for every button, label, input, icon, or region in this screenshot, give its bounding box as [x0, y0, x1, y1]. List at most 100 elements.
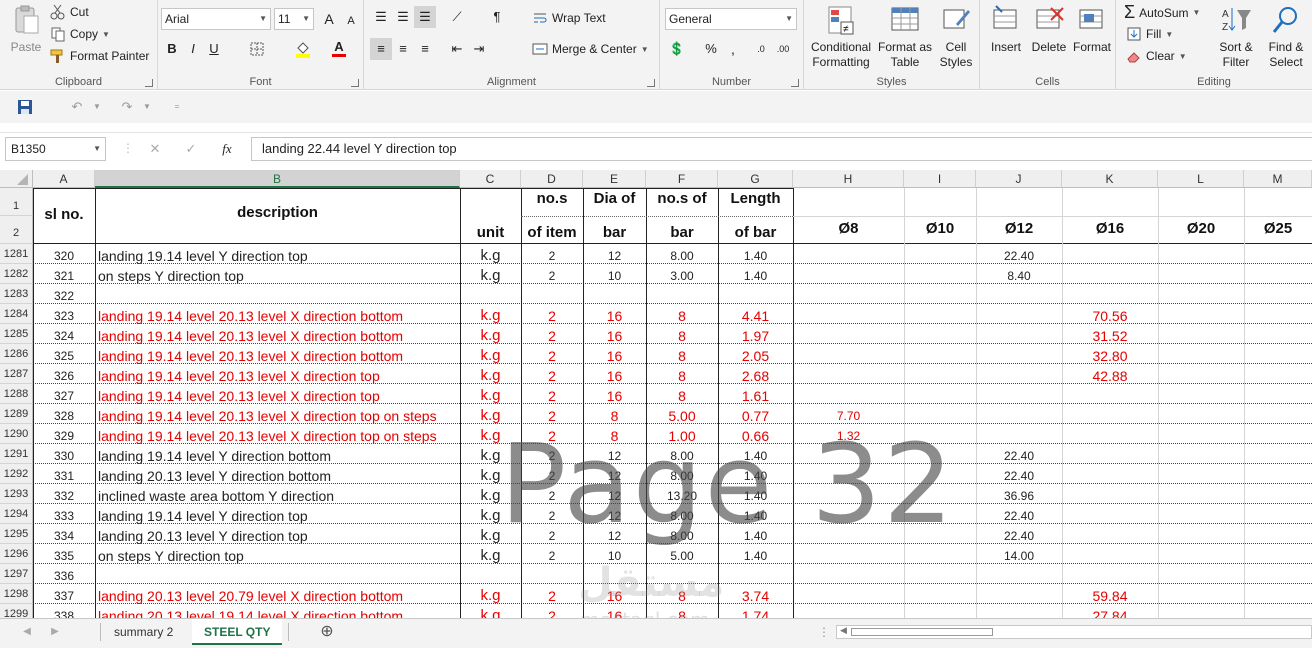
- row-header[interactable]: 1298: [0, 584, 33, 604]
- column-header-a[interactable]: A: [33, 170, 95, 188]
- cell-c[interactable]: [460, 564, 521, 584]
- name-box[interactable]: B1350 ▼: [5, 137, 106, 161]
- sheet-tab-steel-qty[interactable]: STEEL QTY: [192, 619, 283, 645]
- cell-h[interactable]: [793, 584, 904, 604]
- font-size-select[interactable]: 11 ▼: [274, 8, 314, 30]
- worksheet-grid[interactable]: ABCDEFGHIJKLM 1 2 sl no. description unit no.…: [0, 170, 1312, 618]
- clear-button[interactable]: Clear ▼: [1126, 48, 1187, 64]
- cell-g[interactable]: 1.61: [718, 384, 793, 404]
- cell-a[interactable]: 335: [33, 544, 95, 564]
- delete-button[interactable]: Delete: [1028, 4, 1070, 55]
- cell-b[interactable]: landing 19.14 level 20.13 level X direct…: [95, 364, 460, 384]
- dialog-launcher-icon[interactable]: [351, 79, 359, 87]
- align-left-icon[interactable]: ≡: [370, 38, 392, 60]
- find-select-button[interactable]: Find & Select: [1262, 4, 1310, 70]
- cell-j[interactable]: [976, 324, 1062, 344]
- cell-a[interactable]: 320: [33, 244, 95, 264]
- row-header[interactable]: 1288: [0, 384, 33, 404]
- cell-b[interactable]: landing 19.14 level Y direction top: [95, 244, 460, 264]
- cell-b[interactable]: landing 20.13 level Y direction top: [95, 524, 460, 544]
- cell-c[interactable]: k.g: [460, 604, 521, 618]
- row-header[interactable]: 1: [0, 188, 33, 216]
- cell-d[interactable]: 2: [521, 304, 583, 324]
- cell-j[interactable]: 22.40: [976, 504, 1062, 524]
- column-header-b[interactable]: B: [95, 170, 460, 188]
- sort-filter-button[interactable]: AZ Sort & Filter: [1214, 4, 1258, 70]
- cell-a[interactable]: 337: [33, 584, 95, 604]
- cell-d[interactable]: 2: [521, 604, 583, 618]
- format-painter-button[interactable]: Format Painter: [50, 48, 149, 64]
- increase-indent-icon[interactable]: ⇥: [468, 38, 490, 60]
- cell-j[interactable]: [976, 384, 1062, 404]
- dialog-launcher-icon[interactable]: [647, 79, 655, 87]
- column-header-k[interactable]: K: [1062, 170, 1158, 188]
- scroll-left-icon[interactable]: ◀: [840, 625, 847, 636]
- cell-h[interactable]: [793, 564, 904, 584]
- cell-g[interactable]: [718, 564, 793, 584]
- cell-j[interactable]: 22.40: [976, 464, 1062, 484]
- number-format-select[interactable]: General ▼: [665, 8, 797, 30]
- cell-h[interactable]: [793, 324, 904, 344]
- cell-k[interactable]: [1062, 444, 1158, 464]
- cell-d[interactable]: 2: [521, 324, 583, 344]
- row-header[interactable]: 1296: [0, 544, 33, 564]
- cell-b[interactable]: landing 19.14 level 20.13 level X direct…: [95, 384, 460, 404]
- borders-icon[interactable]: [246, 38, 268, 60]
- cell-a[interactable]: 333: [33, 504, 95, 524]
- cell-a[interactable]: 334: [33, 524, 95, 544]
- cell-a[interactable]: 330: [33, 444, 95, 464]
- cell-a[interactable]: 325: [33, 344, 95, 364]
- cell-k[interactable]: [1062, 484, 1158, 504]
- sheet-tab-summary-2[interactable]: summary 2: [102, 619, 185, 645]
- cell-b[interactable]: landing 19.14 level 20.13 level X direct…: [95, 404, 460, 424]
- insert-button[interactable]: Insert: [984, 4, 1028, 55]
- cell-c[interactable]: k.g: [460, 244, 521, 264]
- column-header-c[interactable]: C: [460, 170, 521, 188]
- decrease-decimal-icon[interactable]: .00: [772, 38, 794, 60]
- cell-j[interactable]: [976, 284, 1062, 304]
- cell-b[interactable]: landing 19.14 level 20.13 level X direct…: [95, 304, 460, 324]
- cell-b[interactable]: on steps Y direction top: [95, 264, 460, 284]
- cell-j[interactable]: [976, 364, 1062, 384]
- cell-a[interactable]: 332: [33, 484, 95, 504]
- enter-icon[interactable]: ✓: [180, 138, 202, 160]
- insert-function-button[interactable]: fx: [216, 138, 238, 160]
- fill-button[interactable]: Fill ▼: [1126, 26, 1173, 42]
- row-header[interactable]: 1283: [0, 284, 33, 304]
- cell-h[interactable]: [793, 304, 904, 324]
- format-as-table-button[interactable]: Format as Table: [876, 4, 934, 70]
- cell-a[interactable]: 336: [33, 564, 95, 584]
- cell-e[interactable]: 16: [583, 384, 646, 404]
- increase-decimal-icon[interactable]: .0: [750, 38, 772, 60]
- cell-b[interactable]: inclined waste area bottom Y direction: [95, 484, 460, 504]
- cell-f[interactable]: 8: [646, 344, 718, 364]
- cell-h[interactable]: [793, 344, 904, 364]
- font-color-icon[interactable]: A: [328, 36, 350, 58]
- bold-button[interactable]: B: [161, 38, 183, 60]
- cell-k[interactable]: [1062, 504, 1158, 524]
- cut-button[interactable]: Cut: [50, 4, 89, 20]
- column-header-g[interactable]: G: [718, 170, 793, 188]
- cell-g[interactable]: 4.41: [718, 304, 793, 324]
- cancel-icon[interactable]: ✕: [144, 138, 166, 160]
- cell-d[interactable]: 2: [521, 584, 583, 604]
- align-top-icon[interactable]: ☰: [370, 6, 392, 28]
- row-header[interactable]: 1286: [0, 344, 33, 364]
- cell-k[interactable]: [1062, 284, 1158, 304]
- column-header-d[interactable]: D: [521, 170, 583, 188]
- dialog-launcher-icon[interactable]: [145, 79, 153, 87]
- comma-style-icon[interactable]: ,: [722, 38, 744, 60]
- cell-g[interactable]: 2.05: [718, 344, 793, 364]
- format-button[interactable]: Format: [1070, 4, 1114, 55]
- cell-j[interactable]: [976, 564, 1062, 584]
- cell-k[interactable]: [1062, 264, 1158, 284]
- cell-c[interactable]: k.g: [460, 324, 521, 344]
- cell-d[interactable]: 2: [521, 384, 583, 404]
- cell-g[interactable]: 1.40: [718, 244, 793, 264]
- cell-j[interactable]: [976, 604, 1062, 618]
- cell-k[interactable]: 42.88: [1062, 364, 1158, 384]
- row-header[interactable]: 1281: [0, 244, 33, 264]
- cell-a[interactable]: 328: [33, 404, 95, 424]
- cell-e[interactable]: 16: [583, 364, 646, 384]
- autosum-button[interactable]: Σ AutoSum ▼: [1124, 2, 1200, 23]
